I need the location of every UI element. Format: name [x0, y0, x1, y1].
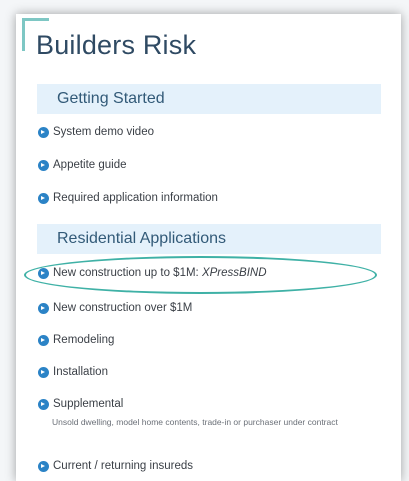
link-system-demo-video[interactable]: System demo video: [38, 126, 154, 138]
link-label: New construction over $1M: [53, 302, 193, 314]
play-circle-icon: [38, 192, 49, 204]
play-circle-icon: [38, 302, 49, 314]
link-label: Remodeling: [53, 334, 115, 346]
play-circle-icon: [38, 334, 49, 346]
supplemental-description: Unsold dwelling, model home contents, tr…: [52, 417, 338, 427]
page-title: Builders Risk: [36, 30, 197, 60]
link-label: Current / returning insureds: [53, 460, 193, 472]
link-new-construction-over-1m[interactable]: New construction over $1M: [38, 302, 192, 314]
section-header-residential-applications: Residential Applications: [37, 224, 381, 254]
link-installation[interactable]: Installation: [38, 366, 108, 378]
play-circle-icon: [38, 126, 49, 138]
play-circle-icon: [38, 159, 49, 171]
page-frame: Builders Risk Getting Started System dem…: [0, 0, 409, 481]
link-supplemental[interactable]: Supplemental: [38, 398, 123, 410]
link-label: Installation: [53, 366, 108, 378]
link-label: Appetite guide: [53, 159, 127, 171]
play-circle-icon: [38, 460, 49, 472]
link-label: Supplemental: [53, 398, 124, 410]
link-required-application-information[interactable]: Required application information: [38, 192, 218, 204]
link-remodeling[interactable]: Remodeling: [38, 334, 114, 346]
link-appetite-guide[interactable]: Appetite guide: [38, 159, 127, 171]
play-circle-icon: [38, 398, 49, 410]
link-current-returning-insureds[interactable]: Current / returning insureds: [38, 460, 193, 472]
link-label: System demo video: [53, 126, 154, 138]
highlight-oval: [24, 256, 377, 294]
link-label: Required application information: [53, 192, 218, 204]
play-circle-icon: [38, 366, 49, 378]
section-header-getting-started: Getting Started: [37, 84, 381, 114]
